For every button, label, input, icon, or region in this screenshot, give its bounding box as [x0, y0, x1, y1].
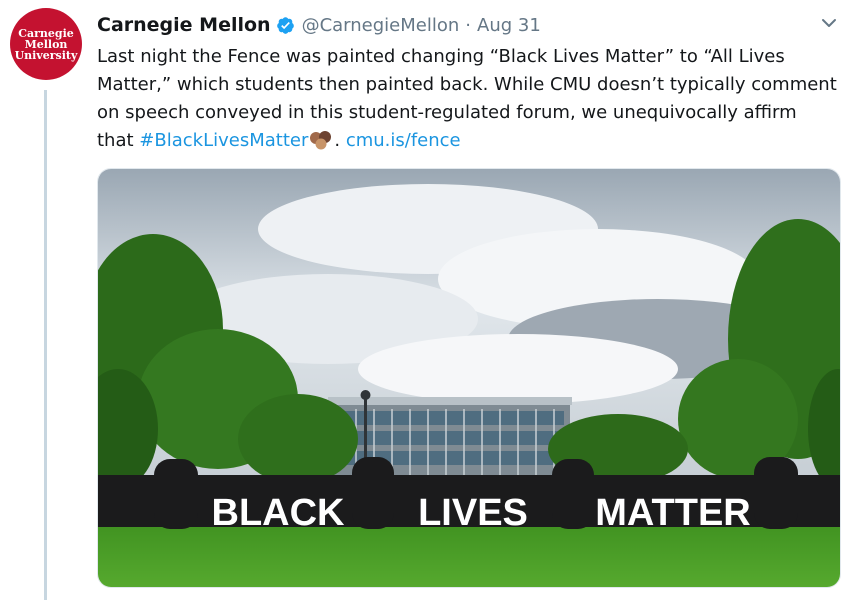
- tweet-text: Last night the Fence was painted changin…: [97, 43, 837, 155]
- tweet-date[interactable]: Aug 31: [477, 15, 541, 36]
- tweet-photo[interactable]: BLACK LIVES MATTER: [97, 168, 841, 588]
- separator-dot: ·: [465, 14, 471, 36]
- avatar[interactable]: Carnegie Mellon University: [10, 8, 82, 80]
- hashtag-link[interactable]: #BlackLivesMatter: [139, 130, 308, 151]
- avatar-line-1: Carnegie: [18, 26, 74, 40]
- fence-word-3: MATTER: [595, 492, 751, 534]
- author-handle[interactable]: @CarnegieMellon: [302, 15, 460, 36]
- fence-word-1: BLACK: [212, 492, 346, 534]
- thread-line: [44, 90, 47, 600]
- verified-badge-icon: [276, 16, 294, 34]
- author-name[interactable]: Carnegie Mellon: [97, 14, 271, 36]
- fence-photo: BLACK LIVES MATTER: [98, 169, 840, 587]
- raised-fists-emoji: [310, 131, 332, 150]
- avatar-line-3: University: [14, 48, 78, 62]
- fence-lettering: BLACK LIVES MATTER: [212, 492, 751, 534]
- tweet-text-after: .: [334, 130, 346, 151]
- chevron-down-icon[interactable]: [820, 14, 838, 32]
- fence-link[interactable]: cmu.is/fence: [346, 130, 461, 151]
- fence-word-2: LIVES: [418, 492, 528, 534]
- avatar-line-2: Mellon: [24, 37, 68, 51]
- tweet-header: Carnegie Mellon @CarnegieMellon · Aug 31: [97, 12, 541, 38]
